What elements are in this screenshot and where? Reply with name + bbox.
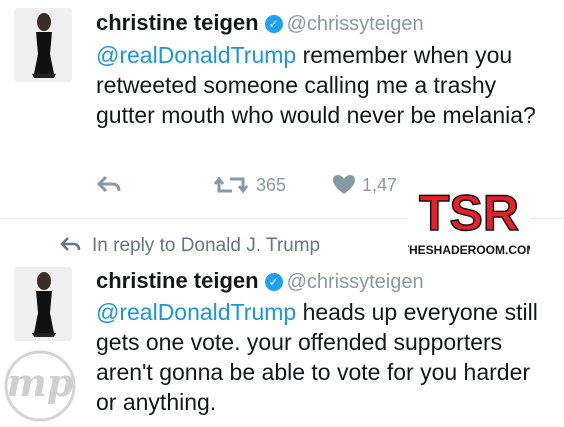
reply-arrow-icon <box>60 237 81 251</box>
in-reply-to[interactable]: In reply to Donald J. Trump <box>60 235 320 257</box>
retweet-icon <box>214 176 248 194</box>
display-name[interactable]: christine teigen <box>96 268 259 293</box>
avatar[interactable] <box>14 8 72 82</box>
reply-arrow-icon <box>96 175 121 193</box>
tweet-text: @realDonaldTrump heads up everyone still… <box>96 297 551 417</box>
username-handle[interactable]: @chrissyteigen <box>287 13 424 35</box>
heart-icon <box>333 175 355 194</box>
verified-badge-icon: ✓ <box>264 15 283 33</box>
tsr-site-text: THESHADEROOM.COM <box>408 243 530 257</box>
like-count: 1,47 <box>362 174 398 195</box>
mention-link[interactable]: @realDonaldTrump <box>96 299 296 325</box>
reply-button[interactable] <box>96 174 122 194</box>
tsr-logo-text: TSR <box>419 185 519 241</box>
username-handle[interactable]: @chrissyteigen <box>287 271 424 293</box>
mp-watermark-logo: mp <box>0 340 86 422</box>
tweet-actions: 365 1,47 <box>96 174 456 204</box>
like-button[interactable]: 1,47 <box>332 174 397 196</box>
in-reply-to-label: In reply to Donald J. Trump <box>92 235 321 256</box>
retweet-count: 365 <box>256 174 287 195</box>
verified-badge-icon: ✓ <box>264 273 283 291</box>
avatar[interactable] <box>14 267 72 341</box>
mention-link[interactable]: @realDonaldTrump <box>96 42 296 68</box>
tsr-watermark-logo: TSR THESHADEROOM.COM <box>402 176 536 266</box>
tweet-header: christine teigen ✓ @chrissyteigen <box>96 10 424 36</box>
retweet-button[interactable]: 365 <box>214 174 286 196</box>
mp-logo-text: mp <box>7 360 74 405</box>
tweet-text: @realDonaldTrump remember when you retwe… <box>96 40 551 130</box>
display-name[interactable]: christine teigen <box>96 10 259 35</box>
tweet-header: christine teigen ✓ @chrissyteigen <box>96 268 424 294</box>
